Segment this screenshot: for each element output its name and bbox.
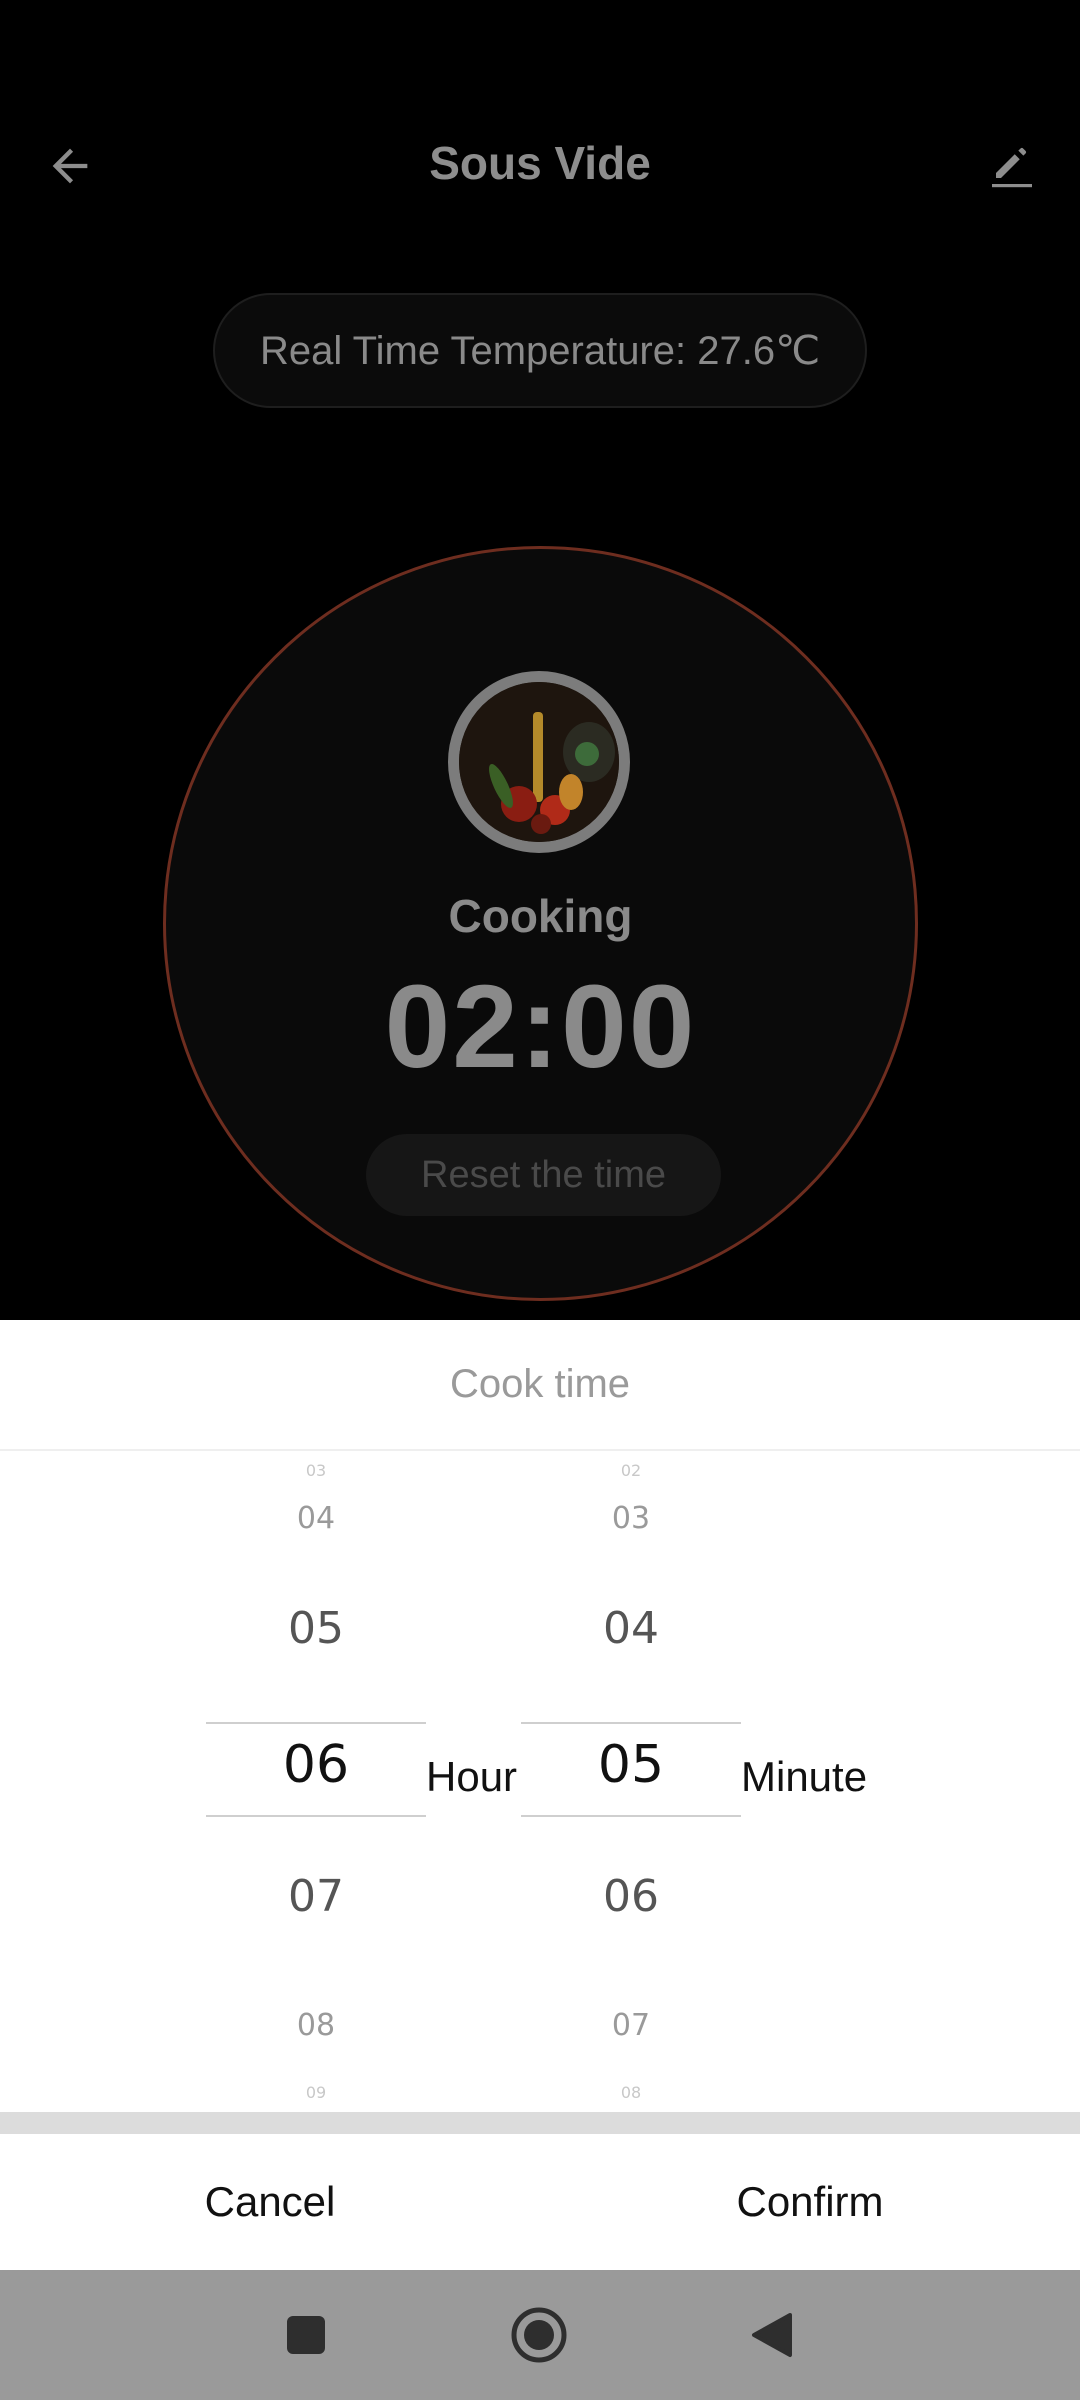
cooking-dial: Cooking 02:00 Reset the time (163, 546, 918, 1301)
minute-wheel[interactable]: 02 03 04 05 06 07 08 (521, 1453, 741, 2113)
square-icon (287, 2316, 325, 2354)
minute-option[interactable]: 04 (521, 1603, 741, 1654)
minute-option[interactable]: 07 (521, 2008, 741, 2043)
selection-divider (206, 1815, 426, 1817)
minute-unit-label: Minute (741, 1753, 868, 1800)
system-nav-bar (0, 2270, 1080, 2400)
system-back-button[interactable] (712, 2270, 832, 2400)
temperature-pill: Real Time Temperature: 27.6℃ (213, 293, 867, 408)
hour-option[interactable]: 08 (206, 2008, 426, 2043)
edit-button[interactable] (982, 136, 1042, 196)
selection-divider (521, 1722, 741, 1724)
sheet-title: Cook time (449, 1362, 631, 1406)
hour-wheel[interactable]: 03 04 05 06 07 08 09 (206, 1453, 426, 2113)
sheet-header: Cook time (0, 1320, 1080, 1451)
top-app-bar: Sous Vide (0, 100, 1080, 230)
vegetables-illustration (459, 682, 619, 842)
food-image (448, 671, 630, 853)
remaining-time: 02:00 (384, 961, 697, 1093)
triangle-back-icon (752, 2313, 792, 2357)
hour-option[interactable]: 03 (206, 1461, 426, 1480)
hour-option[interactable]: 09 (206, 2083, 426, 2102)
page-title: Sous Vide (429, 137, 651, 189)
circle-home-icon (511, 2307, 567, 2363)
cancel-button[interactable]: Cancel (0, 2134, 540, 2270)
hour-unit-label: Hour (426, 1753, 518, 1800)
recents-button[interactable] (246, 2270, 366, 2400)
hour-selected[interactable]: 06 (206, 1735, 426, 1795)
sheet-actions: Cancel Confirm (0, 2134, 1080, 2270)
sous-vide-screen: Sous Vide Real Time Temperature: 27.6℃ C… (0, 0, 1080, 1320)
cook-time-sheet: Cook time 03 04 05 06 07 08 09 Hour 02 0… (0, 1320, 1080, 2270)
pencil-icon (992, 147, 1032, 188)
minute-option[interactable]: 08 (521, 2083, 741, 2102)
selection-divider (521, 1815, 741, 1817)
hour-option[interactable]: 05 (206, 1603, 426, 1654)
minute-option[interactable]: 02 (521, 1461, 741, 1480)
sheet-divider (0, 2112, 1080, 2134)
hour-option[interactable]: 07 (206, 1871, 426, 1922)
hour-option[interactable]: 04 (206, 1501, 426, 1536)
cooking-status: Cooking (448, 890, 633, 942)
selection-divider (206, 1722, 426, 1724)
minute-option[interactable]: 06 (521, 1871, 741, 1922)
home-button[interactable] (479, 2270, 599, 2400)
time-picker: 03 04 05 06 07 08 09 Hour 02 03 04 05 06… (0, 1453, 1080, 2113)
reset-time-button[interactable]: Reset the time (366, 1134, 721, 1216)
minute-selected[interactable]: 05 (521, 1735, 741, 1795)
minute-option[interactable]: 03 (521, 1501, 741, 1536)
confirm-button[interactable]: Confirm (540, 2134, 1080, 2270)
temperature-readout: Real Time Temperature: 27.6℃ (260, 328, 820, 373)
